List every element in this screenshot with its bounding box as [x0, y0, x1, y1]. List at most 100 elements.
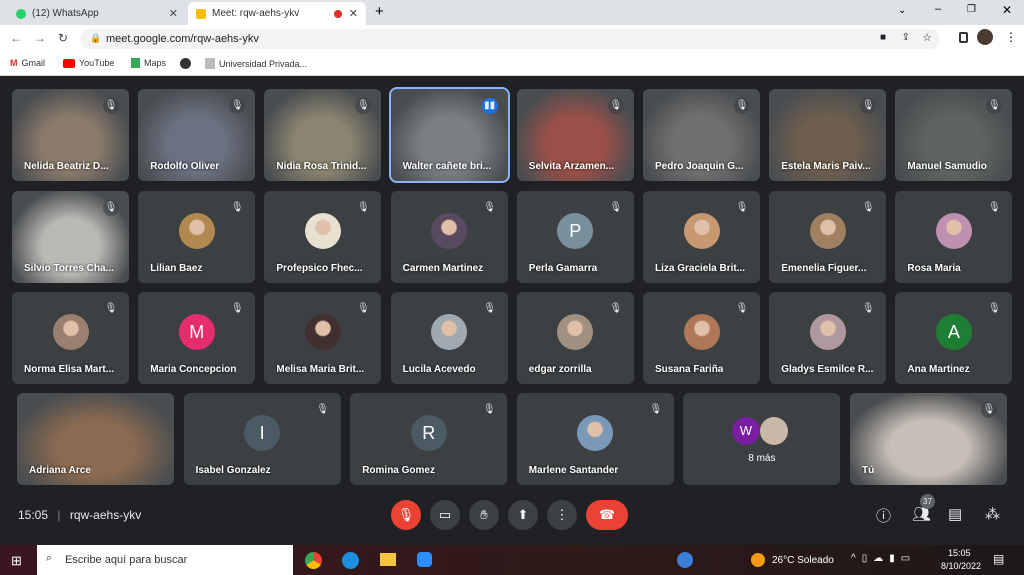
participant-tile[interactable]: M 🎙︎ Maria Concepcion — [138, 292, 256, 384]
avatar — [759, 417, 788, 445]
participant-tile[interactable]: 🎙︎ Melisa Maria Brit... — [264, 292, 382, 384]
close-tab-icon[interactable]: ✕ — [349, 7, 358, 20]
participant-tile[interactable]: 🎙︎ Gladys Esmilce R... — [769, 292, 887, 384]
camera-icon: ▭ — [438, 507, 452, 522]
participant-name: edgar zorrilla — [528, 364, 592, 375]
restore-button[interactable]: ❐ — [967, 4, 976, 15]
activities-icon[interactable]: ⁂ — [985, 505, 1000, 523]
participant-tile[interactable]: 🎙︎ Estela Maris Paiv... — [769, 89, 887, 181]
notifications-icon[interactable]: ▤ — [993, 552, 1004, 566]
close-tab-icon[interactable]: ✕ — [169, 7, 178, 20]
tab-whatsapp[interactable]: (12) WhatsApp ✕ — [8, 2, 186, 25]
participant-name: Norma Elisa Mart... — [24, 364, 115, 375]
system-tray-icons[interactable]: ^▯☁▮▭ — [851, 553, 916, 564]
new-tab-button[interactable]: + — [375, 3, 384, 20]
participant-tile[interactable]: 🎙︎ Pedro Joaquin G... — [643, 89, 760, 181]
avatar — [577, 415, 614, 451]
bookmark-gmail[interactable]: M Gmail — [10, 58, 45, 68]
extensions-icon[interactable] — [959, 32, 968, 43]
mic-off-icon: 🎙︎ — [986, 98, 1003, 114]
clock-date[interactable]: 8/10/2022 — [941, 561, 981, 571]
bookmark-universidad[interactable]: Universidad Privada... — [205, 58, 307, 69]
bookmark-globe[interactable] — [180, 58, 191, 69]
mic-off-icon: 🎙︎ — [104, 303, 118, 314]
participant-tile[interactable]: 🎙︎ Norma Elisa Mart... — [12, 292, 129, 384]
bookmark-youtube[interactable]: YouTube — [63, 58, 114, 68]
participant-name: Tú — [862, 465, 875, 476]
tab-meet[interactable]: Meet: rqw-aehs-ykv ✕ — [188, 2, 366, 25]
participant-tile[interactable]: 🎙︎ Manuel Samudio — [895, 89, 1013, 181]
youtube-icon — [63, 58, 75, 68]
menu-icon[interactable]: ⋮ — [1005, 30, 1017, 44]
close-window-button[interactable]: ✕ — [1002, 3, 1012, 17]
present-icon: ⬆︎ — [517, 507, 529, 522]
participant-tile[interactable]: 🎙︎ Carmen Martinez — [390, 190, 508, 283]
mic-off-icon: 🎙︎ — [230, 201, 244, 213]
forward-button[interactable]: → — [34, 31, 46, 45]
gmail-icon: M — [10, 58, 18, 68]
taskbar-search-input[interactable]: ⌕ Escribe aquí para buscar — [37, 545, 293, 575]
weather-text[interactable]: 26°C Soleado — [772, 555, 834, 566]
search-icon: ⌕ — [46, 552, 53, 564]
participant-tile[interactable]: Adriana Arce — [17, 393, 174, 485]
address-bar[interactable]: 🔒 meet.google.com/rqw-aehs-ykv ■ ⇪ ☆ — [80, 29, 940, 49]
participant-tile[interactable]: I 🎙︎ Isabel Gonzalez — [183, 393, 341, 485]
participant-tile[interactable]: 🎙︎ Selvita Arzamen... — [516, 89, 634, 181]
clock-time[interactable]: 15:05 — [948, 548, 971, 558]
zoom-icon[interactable] — [417, 552, 432, 567]
participant-name: Maria Concepcion — [150, 364, 237, 375]
back-button[interactable]: ← — [10, 31, 22, 45]
avatar: R — [410, 415, 447, 451]
raise-hand-button[interactable]: ✋︎ — [469, 500, 499, 530]
camera-icon[interactable]: ■ — [880, 32, 886, 43]
mic-off-icon: 🎙︎ — [229, 98, 246, 114]
participant-tile[interactable]: 🎙︎ Profepsico Fhec... — [264, 190, 382, 283]
camera-toggle-button[interactable]: ▭ — [430, 500, 460, 530]
participant-name: Marlene Santander — [528, 465, 619, 476]
share-icon[interactable]: ⇪ — [902, 32, 910, 43]
participant-tile[interactable]: R 🎙︎ Romina Gomez — [350, 393, 508, 485]
tab-search-icon[interactable]: ⌄ — [898, 5, 906, 16]
participant-tile[interactable]: 🎙︎ Lucila Acevedo — [390, 292, 508, 384]
participant-tile[interactable]: 🎙︎ Liza Graciela Brit... — [643, 190, 760, 283]
present-button[interactable]: ⬆︎ — [508, 500, 538, 530]
participant-tile[interactable]: 🎙︎ Rodolfo Oliver — [138, 89, 256, 181]
file-explorer-icon[interactable] — [380, 553, 396, 566]
mic-off-icon: 🎙︎ — [981, 402, 997, 418]
meeting-code: rqw-aehs-ykv — [69, 508, 142, 522]
more-participants-label[interactable]: 8 más — [683, 453, 840, 464]
bookmark-star-icon[interactable]: ☆ — [922, 31, 932, 44]
participant-tile[interactable]: A 🎙︎ Ana Martinez — [895, 292, 1013, 384]
chrome-icon[interactable] — [305, 552, 322, 569]
minimize-button[interactable]: – — [935, 3, 941, 15]
meeting-details-icon[interactable]: ⓘ — [876, 505, 891, 526]
edge-icon[interactable] — [342, 552, 359, 569]
participant-tile[interactable]: 🎙︎ Nelida Beatriz D... — [12, 89, 129, 181]
participant-name: Adriana Arce — [29, 465, 91, 476]
participant-tile[interactable]: 🎙︎ Tú — [850, 393, 1007, 485]
more-options-button[interactable]: ⋮ — [547, 500, 577, 530]
participant-tile[interactable]: 🎙︎ Emenelia Figuer... — [769, 190, 887, 283]
participant-tile[interactable]: 🎙︎ Nidia Rosa Trinid... — [264, 89, 382, 181]
microphone-toggle-button[interactable]: 🎙︎ — [391, 500, 421, 530]
bookmarks-bar: M Gmail YouTube Maps Universidad Privada.… — [0, 52, 1024, 76]
help-icon[interactable] — [677, 552, 693, 568]
leave-call-button[interactable]: ☎︎ — [586, 500, 628, 530]
participant-tile[interactable]: P 🎙︎ Perla Gamarra — [516, 190, 634, 283]
avatar: I — [244, 415, 281, 451]
mic-off-icon: 🎙︎ — [482, 404, 496, 415]
participant-tile[interactable]: 🎙︎ Rosa Maria — [895, 190, 1013, 283]
participant-tile[interactable]: 🎙︎ Lilian Baez — [138, 190, 256, 283]
windows-start-icon[interactable]: ⊞ — [11, 553, 22, 569]
bookmark-maps[interactable]: Maps — [131, 58, 166, 68]
participant-tile[interactable]: 🎙︎ Susana Fariña — [643, 292, 760, 384]
participant-tile[interactable]: 🎙︎ edgar zorrilla — [516, 292, 634, 384]
participant-tile[interactable]: 🎙︎ Silvio Torres Cha... — [12, 190, 129, 283]
participant-tile[interactable]: 🎙︎ Marlene Santander — [516, 393, 674, 485]
reload-button[interactable]: ↻ — [58, 31, 68, 45]
participant-tile[interactable]: W 8 más — [683, 393, 841, 485]
chat-icon[interactable]: ▤ — [948, 505, 962, 523]
profile-avatar[interactable] — [977, 29, 993, 45]
participant-tile[interactable]: ▮▮ Walter cañete bri... — [388, 87, 510, 183]
meeting-info: 15:05 | rqw-aehs-ykv — [18, 508, 142, 522]
